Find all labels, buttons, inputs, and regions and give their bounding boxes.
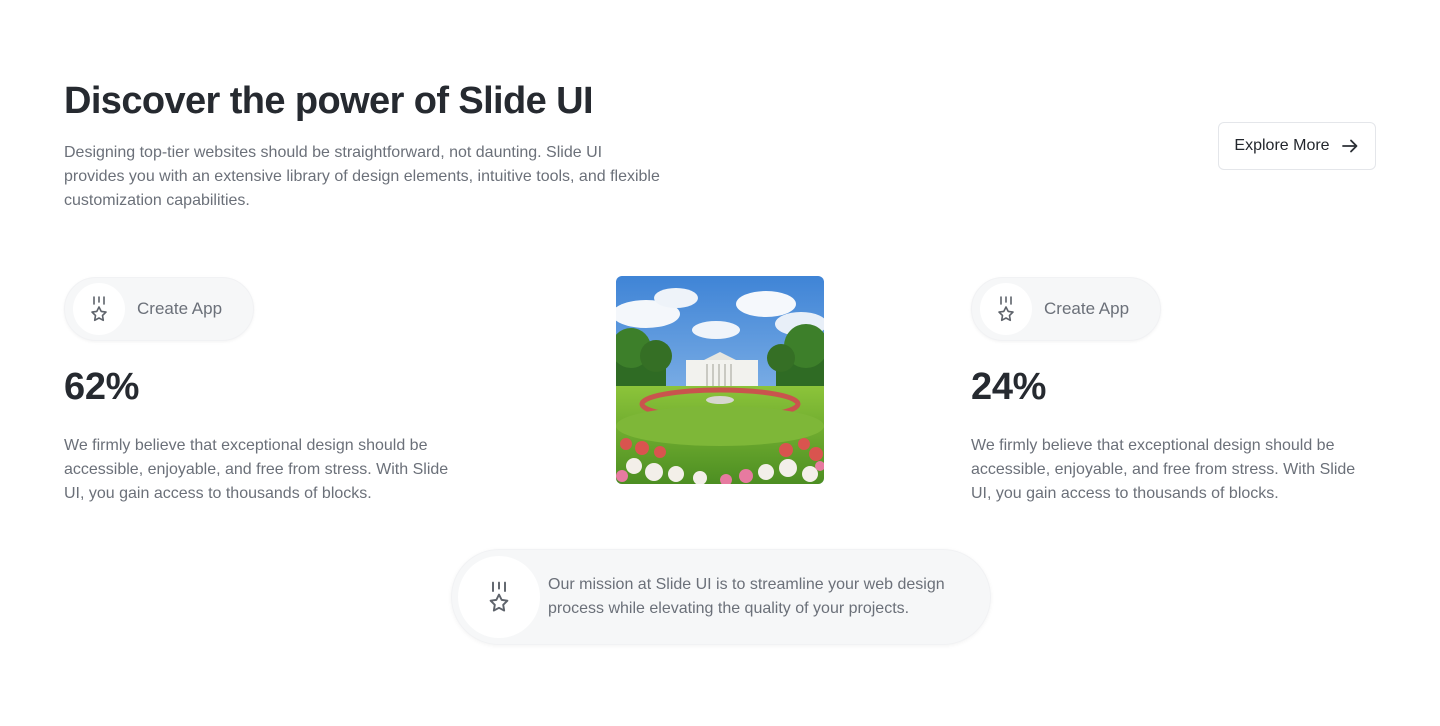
- icon-circle: [458, 556, 540, 638]
- feature-label: Create App: [1044, 299, 1130, 318]
- hero-description: Designing top-tier websites should be st…: [64, 144, 660, 209]
- feature-section: Discover the power of Slide UI Designing…: [0, 0, 1440, 726]
- feature-description: We firmly believe that exceptional desig…: [64, 437, 449, 502]
- page-title: Discover the power of Slide UI: [64, 80, 594, 122]
- mission-text: Our mission at Slide UI is to streamline…: [548, 576, 945, 617]
- medal-star-icon: [998, 296, 1014, 322]
- feature-pill-left: Create App: [64, 277, 254, 341]
- feature-description: We firmly believe that exceptional desig…: [971, 437, 1356, 502]
- feature-pill-right: Create App: [971, 277, 1161, 341]
- icon-circle: [980, 283, 1032, 335]
- stat-value: 62%: [64, 366, 140, 408]
- feature-image: [616, 276, 824, 484]
- explore-more-button[interactable]: Explore More: [1218, 122, 1376, 170]
- garden-landscape-image: [616, 276, 824, 484]
- mission-pill: Our mission at Slide UI is to streamline…: [451, 549, 991, 645]
- icon-circle: [73, 283, 125, 335]
- feature-label: Create App: [137, 299, 223, 318]
- arrow-right-icon: [1341, 139, 1357, 153]
- medal-star-icon: [91, 296, 107, 322]
- explore-more-label: Explore More: [1234, 137, 1330, 154]
- medal-star-icon: [489, 581, 509, 612]
- stat-value: 24%: [971, 366, 1047, 408]
